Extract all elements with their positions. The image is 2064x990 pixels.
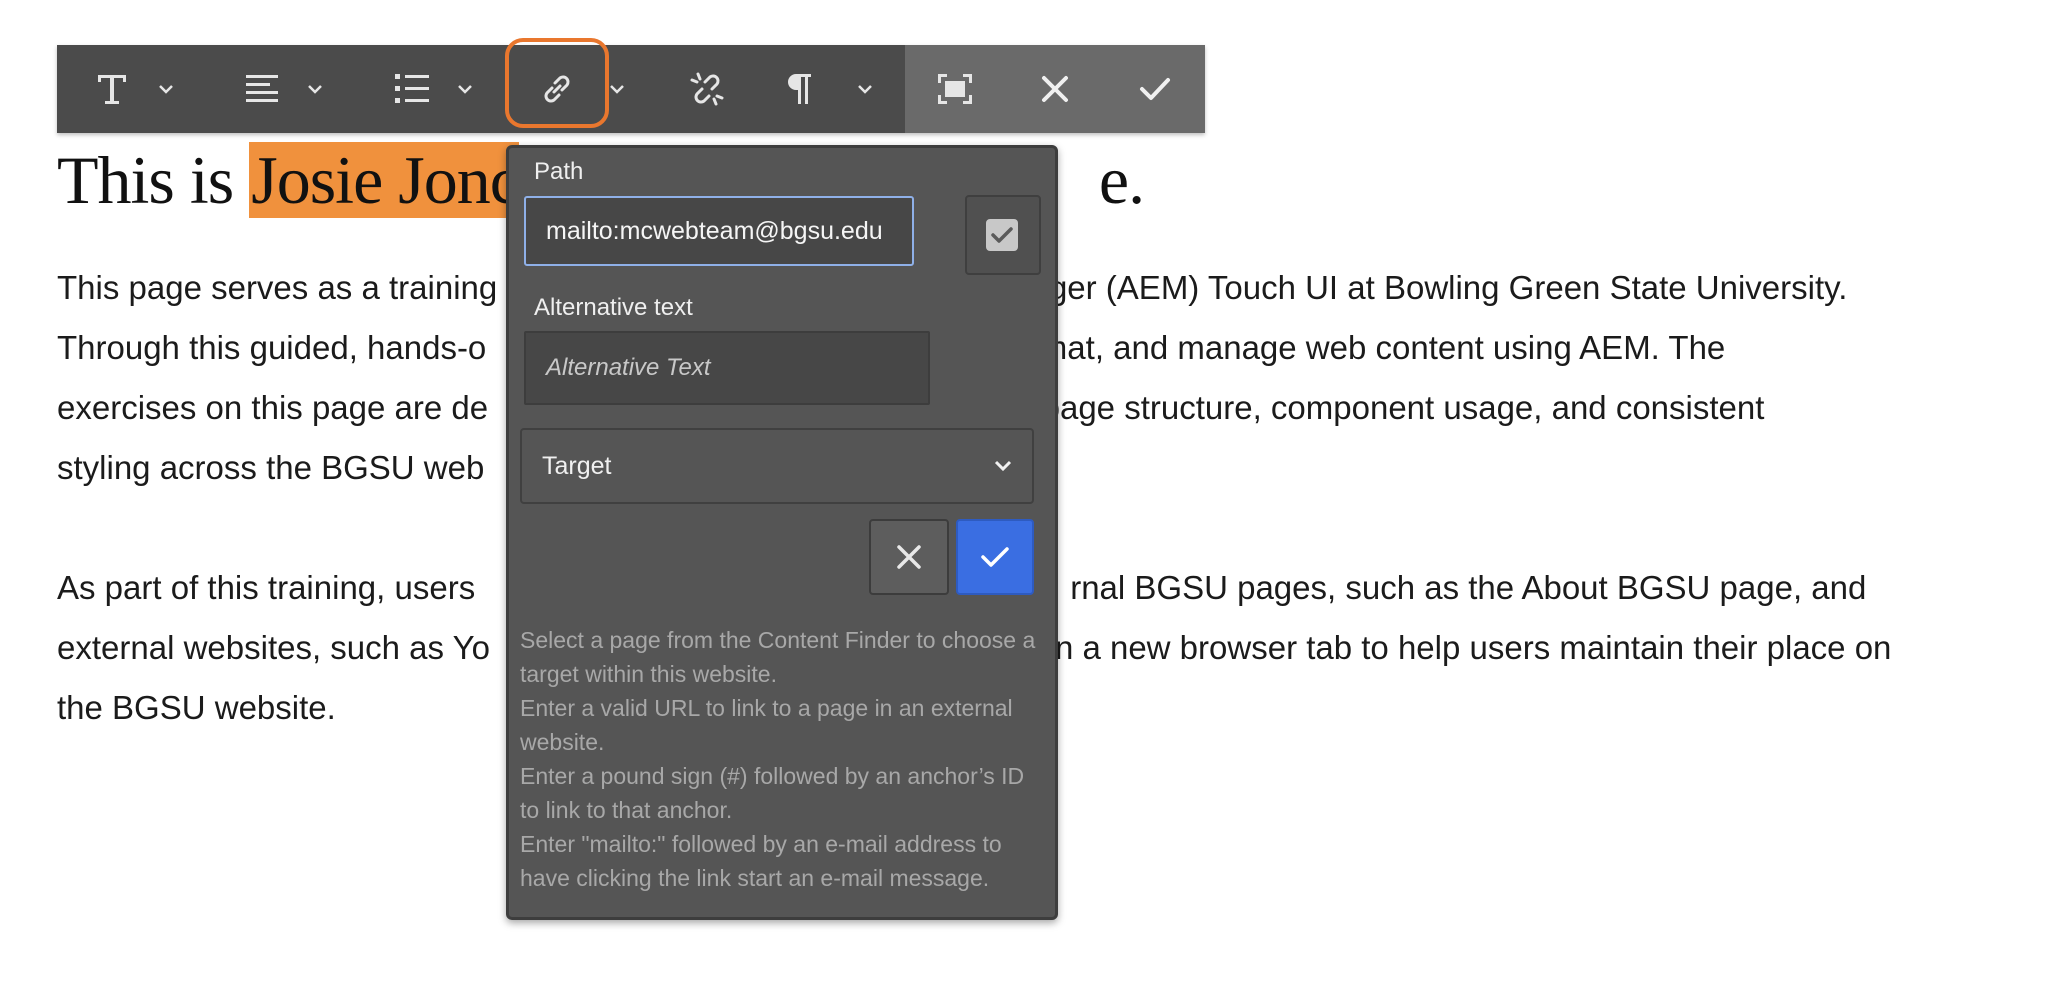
title-after-fragment: e.	[1098, 142, 1145, 218]
help-line: Enter a pound sign (#) followed by an an…	[520, 763, 1025, 823]
lists-dropdown[interactable]	[450, 45, 480, 133]
unlink-button[interactable]	[682, 45, 732, 133]
chevron-down-icon	[858, 85, 872, 94]
dialog-confirm-button[interactable]	[956, 519, 1034, 595]
checkmark-icon	[991, 227, 1013, 243]
close-icon	[897, 545, 921, 569]
fullscreen-icon	[938, 74, 972, 104]
close-icon	[1042, 76, 1068, 102]
paragraph-format-button[interactable]	[87, 45, 137, 133]
alt-text-input[interactable]: Alternative Text	[524, 331, 930, 405]
chevron-down-icon	[458, 85, 472, 94]
lists-button[interactable]	[387, 45, 437, 133]
text-format-icon	[98, 75, 126, 104]
path-label: Path	[534, 158, 584, 185]
paragraph-format-dropdown[interactable]	[151, 45, 181, 133]
unlink-icon	[690, 72, 724, 106]
chevron-down-icon	[308, 85, 322, 94]
justify-dropdown[interactable]	[300, 45, 330, 133]
paraformat-dropdown[interactable]	[850, 45, 880, 133]
dialog-cancel-button[interactable]	[869, 519, 949, 595]
chevron-down-icon	[610, 85, 624, 94]
target-select-value: Target	[542, 451, 612, 480]
alt-text-label: Alternative text	[534, 294, 693, 321]
checkmark-icon	[981, 547, 1009, 567]
path-browse-button[interactable]	[965, 195, 1041, 275]
link-dropdown[interactable]	[602, 45, 632, 133]
fullscreen-button[interactable]	[925, 45, 985, 133]
chevron-down-icon	[994, 460, 1012, 472]
path-input[interactable]: mailto:mcwebteam@bgsu.edu	[524, 196, 914, 266]
help-line: Enter a valid URL to link to a page in a…	[520, 695, 1013, 755]
title-highlight[interactable]: Josie Jonc	[249, 142, 520, 218]
pilcrow-icon	[788, 74, 811, 104]
chevron-down-icon	[159, 85, 173, 94]
target-select[interactable]: Target	[520, 428, 1034, 504]
checkmark-icon	[1140, 78, 1170, 100]
path-checkbox[interactable]	[986, 219, 1018, 251]
toolbar-actions	[905, 45, 1205, 133]
link-button-active-outline	[505, 38, 609, 128]
help-line: Select a page from the Content Finder to…	[520, 627, 1036, 687]
link-help-text: Select a page from the Content Finder to…	[520, 623, 1040, 895]
title-before: This is	[57, 142, 250, 218]
help-line: Enter "mailto:" followed by an e-mail ad…	[520, 831, 1002, 891]
align-justify-icon	[246, 75, 278, 102]
justify-button[interactable]	[237, 45, 287, 133]
link-dialog: Path mailto:mcwebteam@bgsu.edu Alternati…	[506, 145, 1058, 920]
bulleted-list-icon	[395, 74, 429, 103]
rich-text-toolbar	[57, 38, 1205, 133]
paraformat-button[interactable]	[779, 45, 819, 133]
close-button[interactable]	[1025, 45, 1085, 133]
save-button[interactable]	[1125, 45, 1185, 133]
